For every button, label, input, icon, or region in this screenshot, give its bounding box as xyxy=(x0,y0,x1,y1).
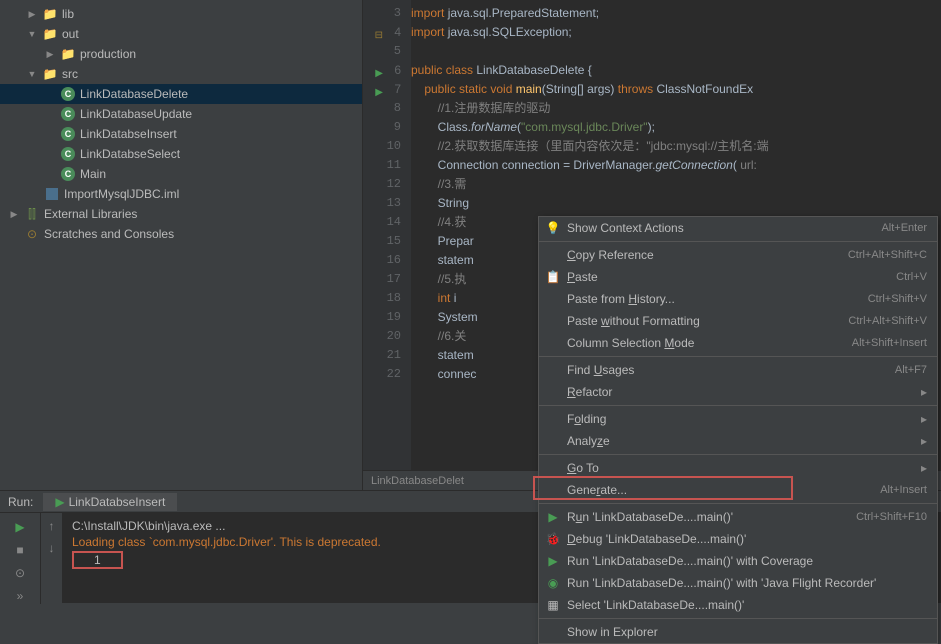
tree-out[interactable]: ▼📁out xyxy=(0,24,362,44)
down-button[interactable]: ↓ xyxy=(49,541,55,555)
submenu-icon: ▸ xyxy=(921,385,927,399)
ctx-select-run[interactable]: ▦Select 'LinkDatabaseDe....main()' xyxy=(539,594,937,616)
ctx-run[interactable]: ▶Run 'LinkDatabaseDe....main()'Ctrl+Shif… xyxy=(539,506,937,528)
settings-button[interactable]: ⊙ xyxy=(12,566,28,581)
run-tab[interactable]: ▶LinkDatabseInsert xyxy=(43,493,177,511)
ctx-folding[interactable]: Folding▸ xyxy=(539,408,937,430)
class-icon: C xyxy=(61,107,75,121)
tree-file-select[interactable]: CLinkDatabseSelect xyxy=(0,144,362,164)
ctx-goto[interactable]: Go To▸ xyxy=(539,457,937,479)
class-icon: C xyxy=(61,147,75,161)
scratch-icon: ⊙ xyxy=(24,226,40,242)
tree-external-libraries[interactable]: ▶⫿⫿External Libraries xyxy=(0,204,362,224)
output-warning: Loading class `com.mysql.jdbc.Driver'. T… xyxy=(72,535,381,549)
ctx-show-explorer[interactable]: Show in Explorer xyxy=(539,621,937,643)
ctx-refactor[interactable]: Refactor▸ xyxy=(539,381,937,403)
library-icon: ⫿⫿ xyxy=(24,206,40,222)
context-menu: 💡Show Context ActionsAlt+Enter Copy Refe… xyxy=(538,216,938,644)
folder-icon: 📁 xyxy=(42,6,58,22)
submenu-icon: ▸ xyxy=(921,461,927,475)
tree-production[interactable]: ▶📁production xyxy=(0,44,362,64)
tree-file-update[interactable]: CLinkDatabaseUpdate xyxy=(0,104,362,124)
tree-scratches[interactable]: ⊙Scratches and Consoles xyxy=(0,224,362,244)
play-icon: ▶ xyxy=(545,510,561,524)
rerun-button[interactable]: ▶ xyxy=(12,519,28,534)
tree-lib[interactable]: ▶📁lib xyxy=(0,4,362,24)
coverage-icon: ▶ xyxy=(545,554,561,568)
ctx-paste-history[interactable]: Paste from History...Ctrl+Shift+V xyxy=(539,288,937,310)
iml-icon xyxy=(46,188,58,200)
project-tree: ▶📁lib ▼📁out ▶📁production ▼📁src CLinkData… xyxy=(0,0,363,490)
ctx-copy-reference[interactable]: Copy ReferenceCtrl+Alt+Shift+C xyxy=(539,244,937,266)
tree-iml[interactable]: ImportMysqlJDBC.iml xyxy=(0,184,362,204)
output-result: 1 xyxy=(72,551,123,569)
ctx-debug[interactable]: 🐞Debug 'LinkDatabaseDe....main()' xyxy=(539,528,937,550)
submenu-icon: ▸ xyxy=(921,412,927,426)
submenu-icon: ▸ xyxy=(921,434,927,448)
pin-button[interactable]: » xyxy=(12,589,28,604)
ctx-paste-no-fmt[interactable]: Paste without FormattingCtrl+Alt+Shift+V xyxy=(539,310,937,332)
jfr-icon: ◉ xyxy=(545,576,561,590)
tree-file-delete[interactable]: CLinkDatabaseDelete xyxy=(0,84,362,104)
play-icon: ▶ xyxy=(55,495,64,509)
run-label: Run: xyxy=(8,495,33,509)
stop-button[interactable]: ■ xyxy=(12,542,28,557)
run-toolbar: ▶ ■ ⊙ » xyxy=(0,513,40,604)
debug-icon: 🐞 xyxy=(545,532,561,546)
editor-gutter: 3 4⊟ 5 6▶ 7▶ 8 9 10 11 12 13 14 15 16 17… xyxy=(363,0,411,490)
class-icon: C xyxy=(61,127,75,141)
tree-file-main[interactable]: CMain xyxy=(0,164,362,184)
class-icon: C xyxy=(61,87,75,101)
ctx-run-coverage[interactable]: ▶Run 'LinkDatabaseDe....main()' with Cov… xyxy=(539,550,937,572)
ctx-paste[interactable]: 📋PasteCtrl+V xyxy=(539,266,937,288)
ctx-run-jfr[interactable]: ◉Run 'LinkDatabaseDe....main()' with 'Ja… xyxy=(539,572,937,594)
up-button[interactable]: ↑ xyxy=(49,519,55,533)
class-icon: C xyxy=(61,167,75,181)
tree-src[interactable]: ▼📁src xyxy=(0,64,362,84)
bulb-icon: 💡 xyxy=(545,221,561,235)
folder-icon: 📁 xyxy=(42,66,58,82)
tree-file-insert[interactable]: CLinkDatabseInsert xyxy=(0,124,362,144)
select-icon: ▦ xyxy=(545,598,561,612)
folder-icon: 📁 xyxy=(60,46,76,62)
ctx-generate[interactable]: Generate...Alt+Insert xyxy=(539,479,937,501)
ctx-column-selection[interactable]: Column Selection ModeAlt+Shift+Insert xyxy=(539,332,937,354)
paste-icon: 📋 xyxy=(545,270,561,284)
folder-icon: 📁 xyxy=(42,26,58,42)
ctx-find-usages[interactable]: Find UsagesAlt+F7 xyxy=(539,359,937,381)
ctx-show-context-actions[interactable]: 💡Show Context ActionsAlt+Enter xyxy=(539,217,937,239)
ctx-analyze[interactable]: Analyze▸ xyxy=(539,430,937,452)
